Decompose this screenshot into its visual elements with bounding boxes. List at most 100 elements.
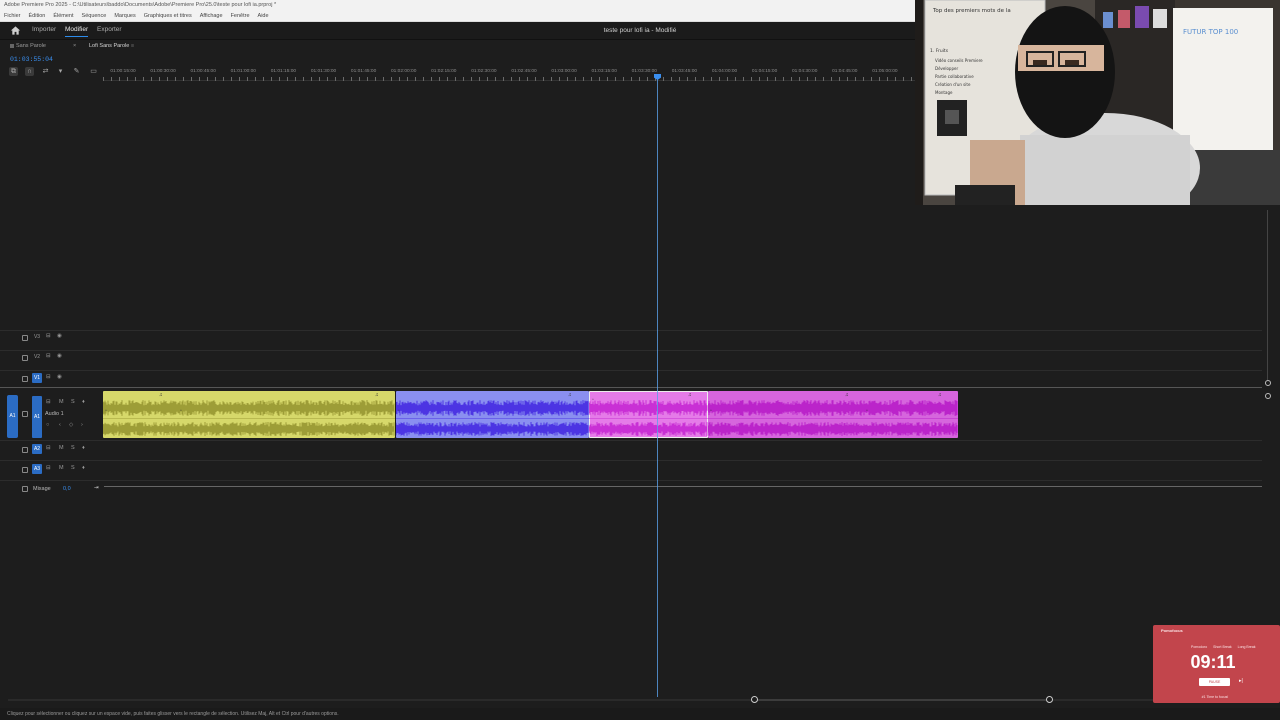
mix-track-row: Mixage 0,0 ⇥ <box>0 483 1262 495</box>
skip-icon[interactable]: ▸| <box>1239 678 1243 684</box>
menu-item-view[interactable]: Affichage <box>200 11 223 21</box>
eye-icon[interactable]: ◉ <box>57 333 62 339</box>
music-note-icon: ♫ <box>845 392 849 398</box>
captions-icon[interactable]: ▭ <box>89 67 98 76</box>
add-marker-icon[interactable]: ▾ <box>56 67 65 76</box>
track-label-v2[interactable]: V2 <box>32 352 42 362</box>
menu-item-file[interactable]: Fichier <box>4 11 21 21</box>
waveform-path <box>708 400 958 436</box>
ruler-label: 01:04:15:00 <box>751 69 778 74</box>
tab-edit[interactable]: Modifier <box>65 26 89 37</box>
sync-lock-icon[interactable]: ⊟ <box>46 353 51 359</box>
tab-sequence-lofi[interactable]: Lofi Sans Parole ≡ <box>89 43 134 49</box>
solo-button[interactable]: S <box>71 465 75 471</box>
music-note-icon: ♫ <box>938 392 942 398</box>
next-keyframe-icon[interactable]: › <box>81 422 83 428</box>
audio-clip[interactable]: ♫ ♫ ▫ ▫ <box>708 391 958 438</box>
menu-item-edit[interactable]: Édition <box>29 11 46 21</box>
audio-clip[interactable]: ♫ ♫ ▫ ▫ <box>103 391 395 438</box>
track-header-v3: V3 ⊟ ◉ <box>0 331 103 349</box>
track-label-a3[interactable]: A3 <box>32 464 42 474</box>
wrench-icon[interactable]: ✎ <box>72 67 81 76</box>
track-label-a2[interactable]: A2 <box>32 444 42 454</box>
ruler-label: 01:03:45:00 <box>671 69 698 74</box>
menu-icon[interactable]: ≡ <box>131 43 134 49</box>
track-label-v3[interactable]: V3 <box>32 332 42 342</box>
tab-short-break[interactable]: Short Break <box>1213 645 1231 649</box>
horizontal-scroll-track[interactable] <box>8 699 1270 701</box>
timer-pause-button[interactable]: PAUSE <box>1199 678 1230 686</box>
scroll-handle-top[interactable] <box>1265 380 1271 386</box>
lock-icon[interactable] <box>22 355 28 361</box>
sync-lock-icon[interactable]: ⊟ <box>46 374 51 380</box>
sync-lock-icon[interactable]: ⊟ <box>46 465 51 471</box>
jump-to-end-icon[interactable]: ⇥ <box>94 485 99 491</box>
lock-icon[interactable] <box>22 335 28 341</box>
menu-item-help[interactable]: Aide <box>258 11 269 21</box>
solo-button[interactable]: S <box>71 399 75 405</box>
ruler-ticks <box>103 77 915 81</box>
mix-volume-line[interactable] <box>104 486 1262 487</box>
microphone-icon[interactable]: ♦ <box>82 465 85 471</box>
prev-keyframe-icon[interactable]: ‹ <box>59 422 61 428</box>
lock-icon[interactable] <box>22 447 28 453</box>
track-label-v1[interactable]: V1 <box>32 373 42 383</box>
timer-countdown: 09:11 <box>1190 652 1236 672</box>
mute-button[interactable]: M <box>59 445 64 451</box>
sync-lock-icon[interactable]: ⊟ <box>46 333 51 339</box>
poster-text: FUTUR TOP 100 <box>1183 28 1238 36</box>
mix-volume-value[interactable]: 0,0 <box>63 486 71 492</box>
track-header-v2: V2 ⊟ ◉ <box>0 351 103 369</box>
audio-clip-selected[interactable]: ♫ ▫ <box>589 391 708 438</box>
eye-icon[interactable]: ◉ <box>57 374 62 380</box>
tab-import[interactable]: Importer <box>32 26 56 33</box>
sync-lock-icon[interactable]: ⊟ <box>46 445 51 451</box>
close-icon[interactable]: × <box>73 43 76 49</box>
sync-lock-icon[interactable]: ⊟ <box>46 399 51 405</box>
add-keyframe-icon[interactable]: ◇ <box>69 422 73 428</box>
menu-item-clip[interactable]: Élément <box>53 11 73 21</box>
audio-clip[interactable]: ♫ ▫ <box>396 391 589 438</box>
playhead-timecode[interactable]: 01:03:55:04 <box>10 56 53 63</box>
home-icon[interactable] <box>10 25 21 36</box>
microphone-icon[interactable]: ♦ <box>82 445 85 451</box>
vertical-scrollbar[interactable] <box>1267 210 1268 380</box>
webcam-overlay: Top des premiers mots de la 1. Fruits Vi… <box>915 0 1280 205</box>
track-divider <box>0 460 1262 461</box>
tab-export[interactable]: Exporter <box>97 26 122 33</box>
fx-badge-icon: ▫ <box>398 408 400 414</box>
music-note-icon: ♫ <box>688 392 692 398</box>
mute-button[interactable]: M <box>59 465 64 471</box>
track-label-a1[interactable]: A1 <box>32 396 42 438</box>
menu-item-graphics[interactable]: Graphiques et titres <box>144 11 192 21</box>
insert-nest-icon[interactable]: ⧉ <box>9 67 18 76</box>
playhead[interactable] <box>657 74 658 697</box>
solo-button[interactable]: S <box>71 445 75 451</box>
tab-sequence-sans-parole[interactable]: Sans Parole <box>10 43 46 49</box>
tab-pomodoro[interactable]: Pomodoro <box>1191 645 1207 649</box>
zoom-handle-left[interactable] <box>751 696 758 703</box>
lock-icon[interactable] <box>22 467 28 473</box>
horizontal-scrollbar-thumb[interactable] <box>755 699 1050 701</box>
music-note-icon: ♫ <box>375 392 379 398</box>
lock-icon[interactable] <box>22 486 28 492</box>
video-audio-divider[interactable] <box>0 387 1262 388</box>
menu-item-window[interactable]: Fenêtre <box>231 11 250 21</box>
scroll-handle-bottom[interactable] <box>1265 393 1271 399</box>
eye-icon[interactable]: ◉ <box>57 353 62 359</box>
volume-knob-icon[interactable]: ○ <box>46 422 49 428</box>
zoom-handle-right[interactable] <box>1046 696 1053 703</box>
time-ruler[interactable]: 01:00:15:00 01:00:30:00 01:00:45:00 01:01:0… <box>103 67 915 81</box>
sequence-tab-label: Sans Parole <box>16 43 46 49</box>
lock-icon[interactable] <box>22 411 28 417</box>
lock-icon[interactable] <box>22 376 28 382</box>
mute-button[interactable]: M <box>59 399 64 405</box>
menu-item-markers[interactable]: Marques <box>114 11 135 21</box>
menu-item-sequence[interactable]: Séquence <box>82 11 107 21</box>
snap-magnet-icon[interactable]: ∩ <box>25 67 34 76</box>
tab-long-break[interactable]: Long Break <box>1238 645 1256 649</box>
track-divider <box>0 370 1262 371</box>
microphone-icon[interactable]: ♦ <box>82 399 85 405</box>
linked-selection-icon[interactable]: ⇄ <box>41 67 50 76</box>
whiteboard-text: Top des premiers mots de la <box>932 8 1011 14</box>
